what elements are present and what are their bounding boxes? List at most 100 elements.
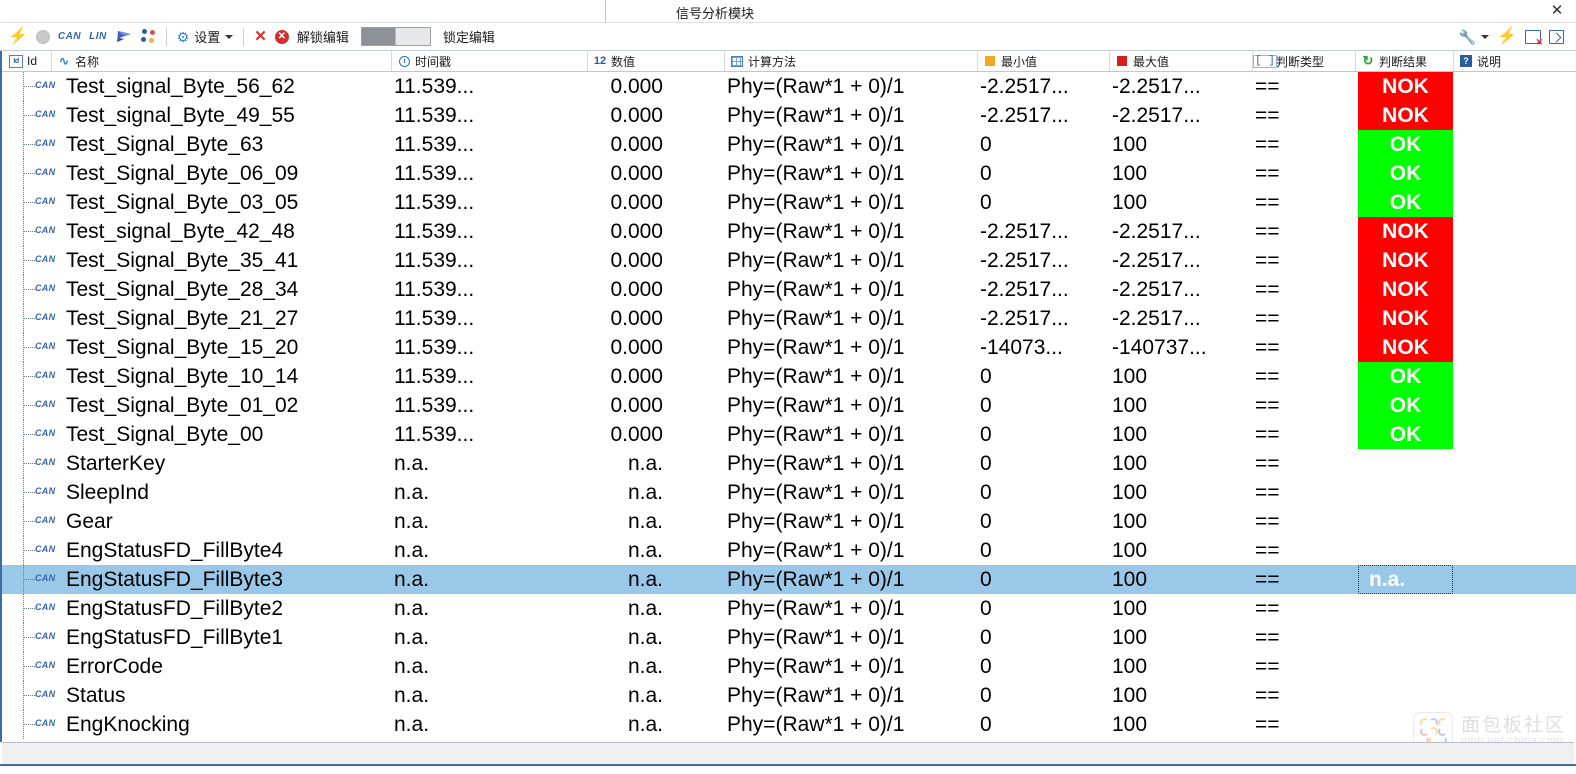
cell-min-value[interactable]: 0	[980, 130, 1110, 159]
cell-calc-method[interactable]: Phy=(Raw*1 + 0)/1	[727, 507, 967, 536]
tools-button[interactable]: 🔧	[1455, 25, 1493, 49]
can-bus-button[interactable]: CAN	[54, 25, 85, 49]
table-row[interactable]: CAN Test_Signal_Byte_03_05 11.539... 0.000 P…	[2, 188, 1576, 217]
cell-value[interactable]: n.a.	[590, 681, 725, 710]
cell-calc-method[interactable]: Phy=(Raw*1 + 0)/1	[727, 333, 967, 362]
cell-max-value[interactable]: 100	[1112, 188, 1252, 217]
cell-max-value[interactable]: 100	[1112, 565, 1252, 594]
cell-signal-name[interactable]: Test_signal_Byte_49_55	[66, 101, 386, 130]
cell-judge-result[interactable]: NOK	[1358, 333, 1453, 362]
cell-calc-method[interactable]: Phy=(Raw*1 + 0)/1	[727, 101, 967, 130]
cell-max-value[interactable]: 100	[1112, 130, 1252, 159]
cell-timestamp[interactable]: n.a.	[394, 623, 589, 652]
cell-max-value[interactable]: -140737...	[1112, 333, 1252, 362]
cell-value[interactable]: 0.000	[590, 130, 725, 159]
cell-judge-type[interactable]: ==	[1255, 391, 1355, 420]
cell-value[interactable]: 0.000	[590, 362, 725, 391]
cell-calc-method[interactable]: Phy=(Raw*1 + 0)/1	[727, 130, 967, 159]
cell-min-value[interactable]: 0	[980, 391, 1110, 420]
cell-value[interactable]: 0.000	[590, 304, 725, 333]
cell-max-value[interactable]: -2.2517...	[1112, 275, 1252, 304]
cell-calc-method[interactable]: Phy=(Raw*1 + 0)/1	[727, 710, 967, 739]
cell-min-value[interactable]: -2.2517...	[980, 275, 1110, 304]
cell-judge-result[interactable]: NOK	[1358, 72, 1453, 101]
cell-judge-result[interactable]	[1358, 623, 1453, 652]
cell-timestamp[interactable]: 11.539...	[394, 420, 589, 449]
cell-min-value[interactable]: -2.2517...	[980, 304, 1110, 333]
cell-calc-method[interactable]: Phy=(Raw*1 + 0)/1	[727, 304, 967, 333]
cell-timestamp[interactable]: 11.539...	[394, 130, 589, 159]
cell-max-value[interactable]: 100	[1112, 681, 1252, 710]
cell-signal-name[interactable]: Test_signal_Byte_42_48	[66, 217, 386, 246]
cell-value[interactable]: n.a.	[590, 478, 725, 507]
cell-max-value[interactable]: 100	[1112, 507, 1252, 536]
cell-max-value[interactable]: 100	[1112, 391, 1252, 420]
cell-judge-result[interactable]: OK	[1358, 159, 1453, 188]
column-header-name[interactable]: ∿ 名称	[52, 51, 392, 71]
cell-judge-result[interactable]: OK	[1358, 420, 1453, 449]
cell-value[interactable]: n.a.	[590, 449, 725, 478]
table-row[interactable]: CAN Test_Signal_Byte_15_20 11.539... 0.000 P…	[2, 333, 1576, 362]
cell-max-value[interactable]: -2.2517...	[1112, 246, 1252, 275]
cell-judge-result[interactable]	[1358, 507, 1453, 536]
cell-judge-result[interactable]	[1358, 478, 1453, 507]
table-row[interactable]: CAN Test_signal_Byte_42_48 11.539... 0.000 P…	[2, 217, 1576, 246]
cell-calc-method[interactable]: Phy=(Raw*1 + 0)/1	[727, 652, 967, 681]
cell-max-value[interactable]: 100	[1112, 449, 1252, 478]
table-row[interactable]: CAN EngStatusFD_FillByte4 n.a. n.a. Phy=(Raw…	[2, 536, 1576, 565]
column-header-type[interactable]: [ ] 判断类型	[1253, 51, 1356, 71]
cell-judge-type[interactable]: ==	[1255, 217, 1355, 246]
cell-signal-name[interactable]: Test_Signal_Byte_21_27	[66, 304, 386, 333]
cell-max-value[interactable]: 100	[1112, 478, 1252, 507]
cell-calc-method[interactable]: Phy=(Raw*1 + 0)/1	[727, 623, 967, 652]
cell-max-value[interactable]: 100	[1112, 420, 1252, 449]
cell-max-value[interactable]: 100	[1112, 362, 1252, 391]
cell-timestamp[interactable]: 11.539...	[394, 188, 589, 217]
cell-min-value[interactable]: 0	[980, 478, 1110, 507]
column-header-result[interactable]: ↻ 判断结果	[1356, 51, 1454, 71]
cell-min-value[interactable]: 0	[980, 420, 1110, 449]
column-header-min[interactable]: 最小值	[978, 51, 1110, 71]
cell-min-value[interactable]: 0	[980, 362, 1110, 391]
table-row[interactable]: CAN Gear n.a. n.a. Phy=(Raw*1 + 0)/1 0 100 ==	[2, 507, 1576, 536]
cell-value[interactable]: n.a.	[590, 623, 725, 652]
status-indicator-button[interactable]	[32, 25, 54, 49]
cell-min-value[interactable]: 0	[980, 652, 1110, 681]
cell-min-value[interactable]: 0	[980, 623, 1110, 652]
cell-calc-method[interactable]: Phy=(Raw*1 + 0)/1	[727, 72, 967, 101]
close-icon[interactable]: ✕	[1548, 2, 1566, 20]
cell-calc-method[interactable]: Phy=(Raw*1 + 0)/1	[727, 681, 967, 710]
column-header-max[interactable]: 最大值	[1110, 51, 1253, 71]
cell-timestamp[interactable]: n.a.	[394, 565, 589, 594]
cell-calc-method[interactable]: Phy=(Raw*1 + 0)/1	[727, 594, 967, 623]
cell-timestamp[interactable]: n.a.	[394, 507, 589, 536]
cell-judge-type[interactable]: ==	[1255, 159, 1355, 188]
table-row[interactable]: CAN Test_Signal_Byte_00 11.539... 0.000 Phy=…	[2, 420, 1576, 449]
table-row[interactable]: CAN Test_signal_Byte_56_62 11.539... 0.000 P…	[2, 72, 1576, 101]
cell-min-value[interactable]: -2.2517...	[980, 246, 1110, 275]
cell-timestamp[interactable]: n.a.	[394, 681, 589, 710]
column-header-calc[interactable]: 计算方法	[725, 51, 978, 71]
cell-max-value[interactable]: 100	[1112, 159, 1252, 188]
cell-min-value[interactable]: 0	[980, 536, 1110, 565]
cell-signal-name[interactable]: Test_signal_Byte_56_62	[66, 72, 386, 101]
cell-judge-result[interactable]: NOK	[1358, 246, 1453, 275]
cell-signal-name[interactable]: EngStatusFD_FillByte2	[66, 594, 386, 623]
cell-timestamp[interactable]: 11.539...	[394, 72, 589, 101]
cell-judge-type[interactable]: ==	[1255, 420, 1355, 449]
cell-judge-type[interactable]: ==	[1255, 565, 1355, 594]
cell-signal-name[interactable]: EngStatusFD_FillByte4	[66, 536, 386, 565]
quick-flash-button[interactable]: ⚡	[1493, 25, 1521, 49]
cell-calc-method[interactable]: Phy=(Raw*1 + 0)/1	[727, 449, 967, 478]
cell-timestamp[interactable]: n.a.	[394, 652, 589, 681]
cell-timestamp[interactable]: n.a.	[394, 449, 589, 478]
cell-max-value[interactable]: 100	[1112, 652, 1252, 681]
cell-judge-type[interactable]: ==	[1255, 101, 1355, 130]
cell-calc-method[interactable]: Phy=(Raw*1 + 0)/1	[727, 275, 967, 304]
cell-max-value[interactable]: 100	[1112, 623, 1252, 652]
cell-judge-type[interactable]: ==	[1255, 478, 1355, 507]
cell-signal-name[interactable]: Test_Signal_Byte_01_02	[66, 391, 386, 420]
cell-signal-name[interactable]: Gear	[66, 507, 386, 536]
cell-max-value[interactable]: -2.2517...	[1112, 72, 1252, 101]
cell-judge-result[interactable]	[1358, 710, 1453, 739]
